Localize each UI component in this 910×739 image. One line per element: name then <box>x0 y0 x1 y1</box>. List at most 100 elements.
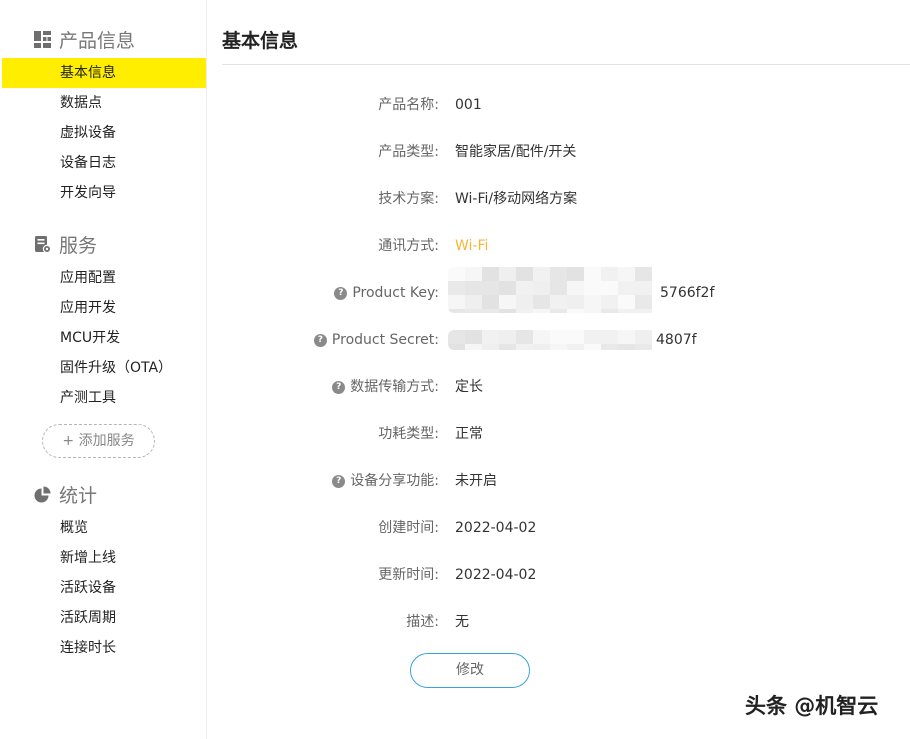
mosaic-tile <box>635 267 652 281</box>
sidebar-item-overview[interactable]: 概览 <box>2 513 206 543</box>
help-icon[interactable]: ? <box>334 286 348 300</box>
mosaic-tile <box>499 295 516 309</box>
mosaic-tile <box>584 309 601 313</box>
mosaic-tile <box>482 295 499 309</box>
sidebar-item-mcu-dev[interactable]: MCU开发 <box>2 323 206 353</box>
sidebar-item-device-log[interactable]: 设备日志 <box>2 148 206 178</box>
mosaic-tile <box>550 309 567 313</box>
mosaic-tile <box>584 330 601 344</box>
mosaic-tile <box>516 281 533 295</box>
sidebar-item-dev-guide[interactable]: 开发向导 <box>2 178 206 208</box>
help-icon[interactable]: ? <box>332 380 346 394</box>
mosaic-tile <box>618 330 635 344</box>
field-product-key: ? Product Key: 5766f2f <box>222 267 910 313</box>
add-service-button[interactable]: + 添加服务 <box>42 424 155 458</box>
mosaic-tile <box>499 309 516 313</box>
sidebar: 产品信息 基本信息 数据点 虚拟设备 设备日志 开发向导 服务 应用配置 应用开… <box>0 0 207 739</box>
sidebar-item-app-dev[interactable]: 应用开发 <box>2 293 206 323</box>
mosaic-tile <box>533 295 550 309</box>
field-created-time: 创建时间: 2022-04-02 <box>222 518 910 538</box>
field-value: 无 <box>455 614 469 630</box>
sidebar-item-active-devices[interactable]: 活跃设备 <box>2 573 206 603</box>
mosaic-tile <box>499 344 516 350</box>
sidebar-item-connect-duration[interactable]: 连接时长 <box>2 633 206 663</box>
mosaic-tile <box>516 309 533 313</box>
pie-chart-icon <box>34 486 51 503</box>
field-product-type: 产品类型: 智能家居/配件/开关 <box>222 142 910 162</box>
mosaic-tile <box>533 267 550 281</box>
sidebar-item-app-config[interactable]: 应用配置 <box>2 263 206 293</box>
field-value: 未开启 <box>455 473 497 489</box>
mosaic-tile <box>635 344 652 350</box>
sidebar-item-new-online[interactable]: 新增上线 <box>2 543 206 573</box>
field-label: 更新时间: <box>378 567 439 583</box>
mosaic-tile <box>567 267 584 281</box>
mosaic-tile <box>601 309 618 313</box>
mosaic-tile <box>482 281 499 295</box>
field-comm-method: 通讯方式: Wi-Fi <box>222 236 910 256</box>
mosaic-tile <box>567 344 584 350</box>
mosaic-tile <box>635 330 652 344</box>
sidebar-item-virtual-device[interactable]: 虚拟设备 <box>2 118 206 148</box>
field-value: 2022-04-02 <box>455 567 537 583</box>
sidebar-item-datapoints[interactable]: 数据点 <box>2 88 206 118</box>
mosaic-tile <box>448 281 465 295</box>
field-value-tail: 5766f2f <box>660 285 715 301</box>
mosaic-tile <box>550 330 567 344</box>
mosaic-tile <box>550 267 567 281</box>
field-value: 正常 <box>455 426 483 442</box>
mosaic-tile <box>465 295 482 309</box>
section-title-label: 服务 <box>59 234 98 257</box>
watermark: 头条 @机智云 <box>745 694 879 718</box>
sidebar-item-active-period[interactable]: 活跃周期 <box>2 603 206 633</box>
mosaic-tile <box>567 295 584 309</box>
mosaic-tile <box>584 295 601 309</box>
field-label: 创建时间: <box>378 520 439 536</box>
mosaic-tile <box>516 330 533 344</box>
field-data-transfer: ? 数据传输方式: 定长 <box>222 377 910 397</box>
mosaic-tile <box>618 309 635 313</box>
mosaic-tile <box>618 295 635 309</box>
mosaic-tile <box>516 267 533 281</box>
mosaic-tile <box>448 295 465 309</box>
mosaic-tile <box>618 344 635 350</box>
field-value: 2022-04-02 <box>455 520 537 536</box>
mosaic-tile <box>465 330 482 344</box>
field-label: 描述: <box>406 614 439 630</box>
mosaic-tile <box>465 344 482 350</box>
sidebar-item-ota[interactable]: 固件升级（OTA） <box>2 353 206 383</box>
section-services: 服务 <box>34 231 97 257</box>
help-icon[interactable]: ? <box>313 333 327 347</box>
mosaic-tile <box>465 281 482 295</box>
field-value: Wi-Fi <box>455 238 489 254</box>
redacted-mosaic <box>448 267 660 313</box>
mosaic-tile <box>482 330 499 344</box>
mosaic-tile <box>567 309 584 313</box>
field-value: 智能家居/配件/开关 <box>455 144 577 160</box>
mosaic-tile <box>516 295 533 309</box>
sidebar-item-production-test[interactable]: 产测工具 <box>2 383 206 413</box>
mosaic-tile <box>448 330 465 344</box>
mosaic-tile <box>635 309 652 313</box>
mosaic-tile <box>550 281 567 295</box>
field-label: ? 数据传输方式: <box>332 377 439 397</box>
field-device-share: ? 设备分享功能: 未开启 <box>222 471 910 491</box>
section-statistics: 统计 <box>34 481 97 507</box>
mosaic-tile <box>482 309 499 313</box>
mosaic-tile <box>567 281 584 295</box>
mosaic-tile <box>448 267 465 281</box>
mosaic-tile <box>482 267 499 281</box>
mosaic-tile <box>448 344 465 350</box>
mosaic-tile <box>550 344 567 350</box>
help-icon[interactable]: ? <box>332 474 346 488</box>
sidebar-item-basic-info[interactable]: 基本信息 <box>2 58 206 88</box>
field-value: Wi-Fi/移动网络方案 <box>455 191 578 207</box>
mosaic-tile <box>499 330 516 344</box>
field-label: 产品类型: <box>378 144 439 160</box>
edit-button[interactable]: 修改 <box>410 653 530 688</box>
section-title-label: 产品信息 <box>59 29 136 52</box>
mosaic-tile <box>601 267 618 281</box>
mosaic-tile <box>550 295 567 309</box>
field-label: 通讯方式: <box>378 238 439 254</box>
mosaic-tile <box>533 309 550 313</box>
